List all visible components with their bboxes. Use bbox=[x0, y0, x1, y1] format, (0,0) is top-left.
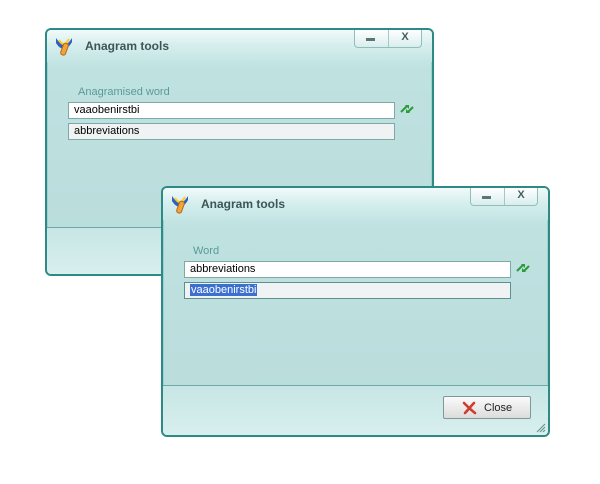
word-input[interactable]: abbreviations bbox=[184, 261, 511, 278]
swap-icon[interactable] bbox=[399, 102, 415, 116]
minimize-icon bbox=[366, 38, 375, 41]
window-title: Anagram tools bbox=[201, 197, 286, 211]
window-title: Anagram tools bbox=[85, 39, 170, 53]
app-icon bbox=[172, 196, 188, 214]
window-close-button[interactable]: X bbox=[504, 188, 537, 205]
result-field[interactable]: abbreviations bbox=[68, 123, 395, 140]
minimize-button[interactable] bbox=[355, 30, 387, 47]
minimize-button[interactable] bbox=[471, 188, 503, 205]
anagramised-word-label: Anagramised word bbox=[78, 86, 170, 98]
app-icon bbox=[56, 38, 72, 56]
anagramised-word-input[interactable]: vaaobenirstbi bbox=[68, 102, 395, 119]
window-controls: X bbox=[354, 30, 422, 48]
window-controls: X bbox=[470, 188, 538, 206]
swap-icon[interactable] bbox=[515, 261, 531, 275]
selected-text: vaaobenirstbi bbox=[190, 284, 258, 296]
result-field[interactable]: vaaobenirstbi bbox=[184, 282, 511, 299]
window-close-button[interactable]: X bbox=[388, 30, 421, 47]
close-icon bbox=[462, 401, 477, 415]
front-window: Anagram tools X Word abbreviations vaaob… bbox=[161, 186, 550, 437]
word-label: Word bbox=[193, 245, 220, 257]
close-button-label: Close bbox=[484, 402, 513, 414]
minimize-icon bbox=[482, 196, 491, 199]
resize-grip-icon[interactable] bbox=[536, 423, 546, 433]
close-button[interactable]: Close bbox=[443, 396, 531, 419]
